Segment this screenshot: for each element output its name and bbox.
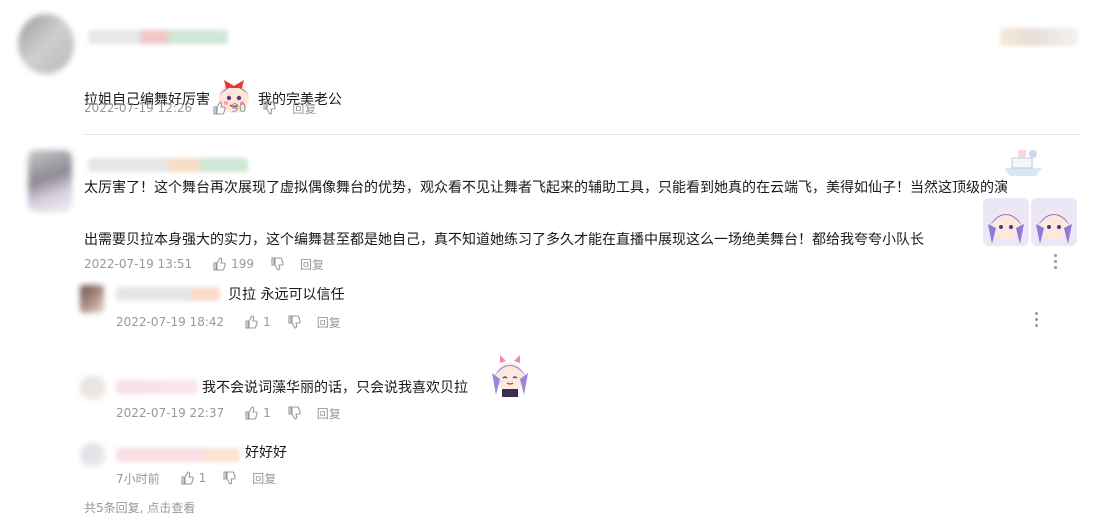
like-button[interactable]: 90 [212, 101, 246, 115]
reply-text: 贝拉 永远可以信任 [228, 287, 345, 303]
thumbs-up-icon [245, 315, 258, 329]
avatar[interactable] [28, 150, 72, 212]
thumbs-down-icon [288, 315, 301, 329]
reply-username[interactable] [116, 287, 220, 301]
thumbs-up-icon [245, 406, 258, 420]
sticker-emoji [486, 349, 534, 397]
reply-meta: 2022-07-19 18:42 1 回复 [116, 314, 341, 330]
dislike-button[interactable] [270, 257, 284, 271]
reply-time: 2022-07-19 18:42 [116, 315, 225, 329]
comment-time: 2022-07-19 12:26 [84, 101, 193, 115]
like-count: 1 [198, 471, 207, 485]
comment-meta: 2022-07-19 12:26 90 回复 [84, 100, 316, 116]
comment-text-line-1: 太厉害了！这个舞台再次展现了虚拟偶像舞台的优势，观众看不见让舞者飞起来的辅助工具… [84, 180, 1008, 196]
like-count: 199 [231, 257, 255, 271]
reply-button[interactable]: 回复 [317, 314, 341, 331]
comment-time: 2022-07-19 13:51 [84, 257, 193, 271]
reply-time: 7小时前 [116, 471, 160, 486]
thumbs-down-icon [263, 101, 277, 115]
more-options-icon[interactable] [1053, 254, 1057, 269]
like-count: 1 [263, 406, 271, 420]
reply-button[interactable]: 回复 [300, 256, 324, 273]
reply-meta: 2022-07-19 22:37 1 回复 [116, 405, 341, 421]
like-button[interactable]: 1 [244, 315, 271, 329]
thumbs-down-icon [271, 257, 284, 271]
thumbs-up-icon [213, 101, 226, 115]
user-badge [1000, 28, 1078, 46]
reply-text: 好好好 [245, 445, 287, 461]
dislike-button[interactable] [222, 471, 236, 485]
dislike-button[interactable] [287, 315, 301, 329]
like-button[interactable]: 1 [180, 471, 207, 485]
divider [84, 134, 1080, 135]
reply-meta: 7小时前 1 回复 [116, 470, 276, 486]
reply-username[interactable] [116, 380, 198, 394]
username[interactable] [88, 30, 228, 44]
dislike-button[interactable] [262, 101, 277, 115]
sticker-emoji-2 [1031, 198, 1077, 246]
more-options-icon[interactable] [1034, 312, 1038, 327]
comment-text-line-2: 出需要贝拉本身强大的实力，这个编舞甚至都是她自己，真不知道她练习了多久才能在直播… [84, 232, 924, 248]
thumbs-down-icon [223, 471, 236, 485]
username[interactable] [88, 158, 248, 172]
reply-avatar[interactable] [80, 285, 104, 313]
view-replies-link[interactable]: 共5条回复, 点击查看 [84, 499, 195, 516]
reply-avatar[interactable] [80, 443, 106, 467]
reply-button[interactable]: 回复 [317, 405, 341, 422]
reply-button[interactable]: 回复 [252, 470, 276, 487]
reply-avatar[interactable] [80, 376, 106, 400]
reply-text: 我不会说词藻华丽的话，只会说我喜欢贝拉 [202, 380, 468, 396]
comment-meta: 2022-07-19 13:51 199 回复 [84, 256, 324, 272]
badge-ship-icon [1000, 146, 1046, 180]
avatar[interactable] [18, 14, 74, 74]
dislike-button[interactable] [287, 406, 301, 420]
like-button[interactable]: 1 [244, 406, 271, 420]
reply-button[interactable]: 回复 [292, 100, 316, 117]
thumbs-up-icon [213, 257, 226, 271]
thumbs-up-icon [181, 471, 194, 485]
reply-time: 2022-07-19 22:37 [116, 406, 225, 420]
sticker-emoji-1 [983, 198, 1029, 246]
like-button[interactable]: 199 [212, 257, 254, 271]
like-count: 1 [263, 315, 271, 329]
thumbs-down-icon [288, 406, 301, 420]
reply-username[interactable] [116, 448, 240, 462]
like-count: 90 [231, 101, 247, 115]
